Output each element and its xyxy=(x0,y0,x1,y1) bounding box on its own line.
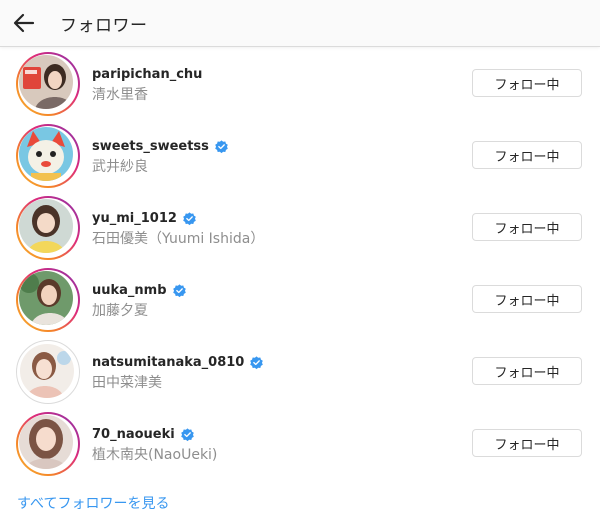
see-all-followers-link[interactable]: すべてフォロワーを見る xyxy=(17,493,169,513)
following-button[interactable]: フォロー中 xyxy=(472,69,582,97)
username[interactable]: paripichan_chu xyxy=(92,67,202,82)
verified-badge-icon xyxy=(180,427,194,441)
display-name: 加藤夕夏 xyxy=(92,303,148,319)
display-name: 田中菜津美 xyxy=(92,375,162,391)
username[interactable]: sweets_sweetss xyxy=(92,139,209,154)
top-bar: フォロワー xyxy=(0,0,600,47)
story-ring[interactable] xyxy=(16,268,80,332)
verified-badge-icon xyxy=(172,283,186,297)
avatar xyxy=(19,127,73,181)
story-ring[interactable] xyxy=(16,52,80,116)
story-ring[interactable] xyxy=(16,196,80,260)
username[interactable]: uuka_nmb xyxy=(92,283,167,298)
following-button[interactable]: フォロー中 xyxy=(472,357,582,385)
display-name: 植木南央(NaoUeki) xyxy=(92,447,218,463)
story-ring[interactable] xyxy=(16,124,80,188)
arrow-left-icon[interactable] xyxy=(10,9,38,37)
verified-badge-icon xyxy=(183,211,196,225)
verified-badge-icon xyxy=(250,355,264,369)
following-button[interactable]: フォロー中 xyxy=(472,141,582,169)
follower-list: paripichan_chu 清水里香 フォロー中 sweets_sweetss xyxy=(0,48,600,480)
display-name: 石田優美（Yuumi Ishida） xyxy=(92,231,265,247)
follower-row[interactable]: natsumitanaka_0810 田中菜津美 フォロー中 xyxy=(0,336,600,408)
following-button[interactable]: フォロー中 xyxy=(472,429,582,457)
display-name: 清水里香 xyxy=(92,87,148,103)
story-ring[interactable] xyxy=(16,412,80,476)
avatar-frame[interactable] xyxy=(16,340,80,404)
avatar xyxy=(19,199,73,253)
following-button[interactable]: フォロー中 xyxy=(472,285,582,313)
username[interactable]: natsumitanaka_0810 xyxy=(92,355,244,370)
following-button[interactable]: フォロー中 xyxy=(472,213,582,241)
avatar xyxy=(20,344,74,398)
follower-row[interactable]: sweets_sweetss 武井紗良 フォロー中 xyxy=(0,120,600,192)
page-title: フォロワー xyxy=(60,16,148,36)
follower-row[interactable]: paripichan_chu 清水里香 フォロー中 xyxy=(0,48,600,120)
username[interactable]: yu_mi_1012 xyxy=(92,211,177,226)
follower-row[interactable]: yu_mi_1012 石田優美（Yuumi Ishida） フォロー中 xyxy=(0,192,600,264)
avatar xyxy=(19,55,73,109)
username[interactable]: 70_naoueki xyxy=(92,427,175,442)
avatar xyxy=(19,271,73,325)
follower-row[interactable]: 70_naoueki 植木南央(NaoUeki) フォロー中 xyxy=(0,408,600,480)
follower-row[interactable]: uuka_nmb 加藤夕夏 フォロー中 xyxy=(0,264,600,336)
avatar xyxy=(19,415,73,469)
display-name: 武井紗良 xyxy=(92,159,148,175)
verified-badge-icon xyxy=(215,139,228,153)
